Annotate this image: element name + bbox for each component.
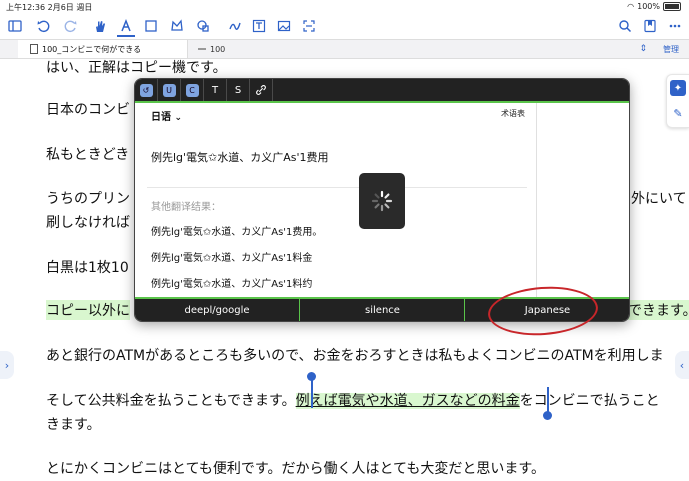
tab-second[interactable]: 100 <box>192 40 225 58</box>
battery-icon <box>663 2 681 11</box>
doc-line: 白黒は1枚10 <box>46 260 129 276</box>
image-icon[interactable] <box>275 17 293 35</box>
language-label: 日语 <box>151 112 171 123</box>
status-date: 2月6日 週日 <box>47 3 93 12</box>
popup-copy-button[interactable]: C <box>181 79 204 101</box>
note-tool-icon[interactable]: ✎ <box>670 105 686 121</box>
tab-document[interactable]: 100_コンビニで何ができる <box>18 40 188 58</box>
manage-button[interactable]: 管理 <box>663 40 679 58</box>
glossary-button[interactable]: 术语表 <box>501 108 525 119</box>
chevron-down-icon: ⌄ <box>174 113 183 123</box>
popup-toolbar: ↺ U C T S <box>135 79 629 101</box>
highlighted-line: コピー以外に <box>46 300 130 320</box>
scan-icon[interactable] <box>300 17 318 35</box>
language-dropdown[interactable]: 日语 ⌄ <box>151 108 182 123</box>
doc-line: あと銀行のATMがあるところも多いので、お金をおろすときは私もよくコンビニのAT… <box>46 348 664 364</box>
divider <box>147 187 527 188</box>
bookmark-icon[interactable] <box>641 17 659 35</box>
side-tool-panel: ✦ ✎ <box>666 74 689 128</box>
highlighted-line: できます。 <box>628 300 689 320</box>
shapes-icon[interactable] <box>194 17 212 35</box>
doc-line: とにかくコンビニはとても便利です。だから働く人はとても大変だと思います。 <box>46 461 545 477</box>
tab-bar: 100_コンビニで何ができる 100 ⇕ 管理 <box>0 39 689 59</box>
redo-icon[interactable] <box>62 17 80 35</box>
selected-text[interactable]: 例えば電気や水道、ガスなどの料金 <box>295 393 520 409</box>
status-time: 上午12:36 <box>6 3 46 12</box>
popup-undo-button[interactable]: ↺ <box>135 79 158 101</box>
document-icon <box>30 44 38 54</box>
silence-button[interactable]: silence <box>299 299 465 321</box>
text-select-icon[interactable] <box>117 17 135 37</box>
doc-text: そして公共料金を払うこともできます。 <box>46 393 296 409</box>
tab-second-label: 100 <box>210 44 226 54</box>
translate-tool-icon[interactable]: ✦ <box>670 80 686 96</box>
loading-spinner-icon <box>359 173 405 229</box>
more-icon[interactable] <box>666 17 684 35</box>
popup-scrollbar <box>536 103 537 299</box>
doc-line: はい、正解はコピー機です。 <box>46 60 227 76</box>
doc-line: 私もときどき <box>46 147 130 163</box>
selection-end-handle[interactable] <box>543 411 552 420</box>
lasso-icon[interactable] <box>168 17 186 35</box>
link-icon[interactable] <box>250 79 273 101</box>
popup-text-button[interactable]: T <box>204 79 227 101</box>
doc-line: 外にいて <box>631 191 687 207</box>
engine-button[interactable]: deepl/google <box>135 299 299 321</box>
other-results-label: 其他翻译结果： <box>151 202 221 213</box>
toolbar <box>0 14 689 38</box>
search-icon[interactable] <box>616 17 634 35</box>
popup-strike-button[interactable]: S <box>227 79 250 101</box>
status-bar: 上午12:36 2月6日 週日 ◠ 100% <box>0 0 689 14</box>
sort-icon[interactable]: ⇕ <box>639 40 647 58</box>
selection-end-bar <box>547 387 549 413</box>
prev-page-arrow[interactable]: › <box>0 351 14 379</box>
alt-translation[interactable]: 例先lg'電気✩水道、カ义广As'1费用。 <box>151 223 322 238</box>
tab-dash-icon <box>198 48 206 50</box>
battery-percent: 100% <box>637 2 660 11</box>
doc-line: きます。 <box>46 417 101 433</box>
selection-start-bar <box>311 378 313 408</box>
rect-select-icon[interactable] <box>142 17 160 35</box>
translation-popup: ↺ U C T S 日语 ⌄ 术语表 例先lg'電気✩水道、カ义广As'1费用 … <box>134 78 630 322</box>
alt-translation[interactable]: 例先lg'電気✩水道、カ义广As'1料约 <box>151 275 312 290</box>
next-page-arrow[interactable]: ‹ <box>675 351 689 379</box>
hand-icon[interactable] <box>91 17 109 35</box>
doc-line: うちのプリン <box>46 191 130 207</box>
textbox-icon[interactable] <box>250 17 268 35</box>
doc-line-selection: そして公共料金を払うこともできます。例えば電気や水道、ガスなどの料金をコンビニで… <box>46 390 660 410</box>
tab-document-label: 100_コンビニで何ができる <box>42 44 142 54</box>
main-translation: 例先lg'電気✩水道、カ义广As'1费用 <box>151 151 329 164</box>
pen-icon[interactable] <box>226 17 244 35</box>
doc-text: をコンビニで払うこと <box>519 393 660 409</box>
undo-icon[interactable] <box>34 17 52 35</box>
sidebar-toggle-icon[interactable] <box>6 17 24 35</box>
doc-line: 日本のコンビ <box>46 102 130 118</box>
wifi-icon: ◠ <box>627 2 635 11</box>
doc-line: 刷しなければ <box>46 215 130 231</box>
alt-translation[interactable]: 例先lg'電気✩水道、カ义广As'1料金 <box>151 249 312 264</box>
popup-underline-button[interactable]: U <box>158 79 181 101</box>
